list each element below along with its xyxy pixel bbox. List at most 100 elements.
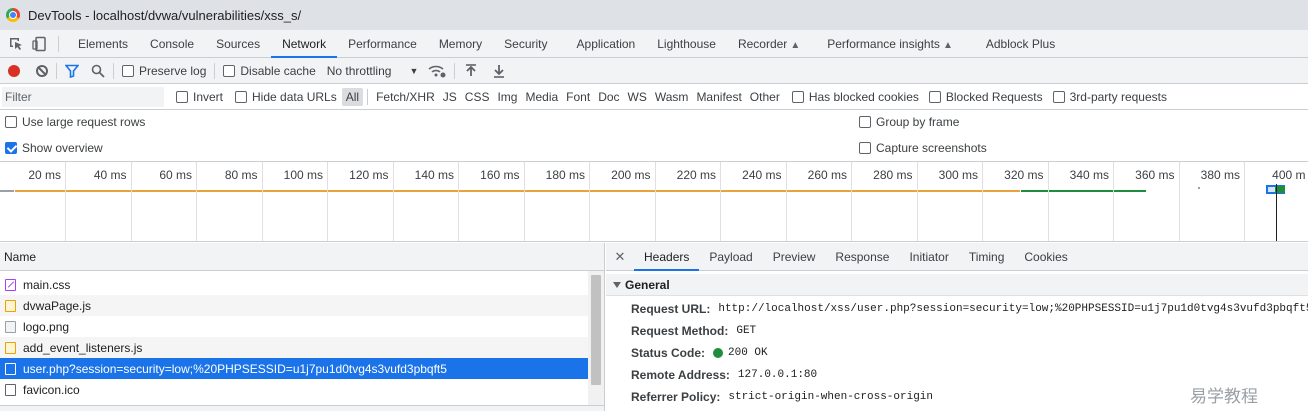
throttling-select[interactable]: No throttling ▼ — [327, 64, 419, 78]
tab-security[interactable]: Security — [493, 30, 558, 58]
tab-console[interactable]: Console — [139, 30, 205, 58]
chrome-logo-icon — [6, 8, 20, 22]
tab-preview[interactable]: Preview — [763, 243, 826, 271]
general-section-header[interactable]: General — [606, 274, 1308, 296]
group-by-frame-checkbox[interactable]: Group by frame — [859, 115, 959, 129]
device-toolbar-icon[interactable] — [32, 36, 48, 52]
header-row-request-method: Request Method: GET — [631, 324, 756, 338]
close-icon[interactable]: ✕ — [606, 249, 634, 265]
checkbox[interactable] — [176, 90, 188, 103]
filter-type-font[interactable]: Font — [562, 88, 594, 106]
request-name: dvwaPage.js — [23, 298, 92, 313]
inspect-element-icon[interactable] — [8, 36, 24, 52]
tab-timing[interactable]: Timing — [959, 243, 1015, 271]
checkbox[interactable] — [859, 116, 871, 128]
timeline-tick-label: 80 ms — [224, 168, 258, 182]
export-har-icon[interactable] — [493, 64, 505, 78]
request-row[interactable]: add_event_listeners.js — [0, 337, 588, 358]
show-overview-checkbox[interactable]: Show overview — [5, 141, 103, 155]
filter-input[interactable] — [2, 86, 164, 107]
checkbox[interactable] — [928, 90, 941, 103]
status-bar — [0, 405, 604, 411]
flask-icon: ▲ — [790, 39, 801, 51]
network-toolbar: Preserve log Disable cache No throttling… — [0, 58, 1308, 84]
filter-type-doc[interactable]: Doc — [594, 88, 623, 106]
timeline-tick-label: 60 ms — [159, 168, 192, 182]
tab-payload[interactable]: Payload — [699, 243, 762, 271]
timeline-tick-label: 340 ms — [1069, 168, 1109, 182]
filter-type-media[interactable]: Media — [521, 88, 562, 106]
capture-screenshots-checkbox[interactable]: Capture screenshots — [859, 141, 987, 155]
third-party-checkbox[interactable]: 3rd-party requests — [1052, 90, 1167, 104]
clear-icon[interactable] — [36, 64, 48, 77]
filter-type-all[interactable]: All — [341, 87, 364, 106]
blocked-requests-checkbox[interactable]: Blocked Requests — [928, 90, 1043, 104]
filter-divider — [367, 88, 369, 105]
search-icon[interactable] — [91, 64, 105, 78]
invert-checkbox[interactable]: Invert — [176, 90, 223, 104]
tab-network[interactable]: Network — [271, 30, 338, 58]
checkbox[interactable] — [223, 64, 236, 77]
large-rows-checkbox[interactable]: Use large request rows — [5, 115, 145, 129]
tab-adblock-plus[interactable]: Adblock Plus — [964, 30, 1066, 58]
filter-icon[interactable] — [65, 64, 79, 78]
checkbox[interactable] — [859, 142, 871, 154]
tab-initiator[interactable]: Initiator — [899, 243, 958, 271]
checkbox[interactable] — [235, 90, 248, 103]
tab-headers[interactable]: Headers — [634, 243, 700, 271]
tab-cookies[interactable]: Cookies — [1014, 243, 1077, 271]
hide-data-urls-checkbox[interactable]: Hide data URLs — [235, 90, 337, 104]
scrollbar-thumb[interactable] — [591, 275, 601, 385]
dropdown-arrow-icon: ▼ — [409, 65, 419, 76]
filter-type-img[interactable]: Img — [493, 88, 521, 106]
window-title: DevTools - localhost/dvwa/vulnerabilitie… — [28, 7, 302, 23]
filter-type-other[interactable]: Other — [746, 88, 784, 106]
request-name: user.php?session=security=low;%20PHPSESS… — [23, 361, 447, 376]
filter-type-ws[interactable]: WS — [624, 88, 651, 106]
tabbar-divider — [58, 35, 59, 52]
disable-cache-checkbox[interactable]: Disable cache — [223, 64, 316, 78]
tab-performance-insights[interactable]: Performance insights ▲ — [811, 30, 964, 58]
group-by-frame-label: Group by frame — [876, 115, 960, 129]
checkbox[interactable] — [1052, 90, 1065, 103]
timeline-overview[interactable]: 20 ms 40 ms 60 ms 80 ms 100 ms 120 ms 140 ms 16… — [0, 162, 1308, 242]
checkbox[interactable] — [791, 90, 804, 103]
timeline-tick-label: 380 ms — [1200, 168, 1240, 182]
tab-recorder-label: Recorder — [737, 36, 788, 51]
filter-type-manifest[interactable]: Manifest — [692, 88, 745, 106]
record-button[interactable] — [8, 64, 20, 77]
tab-elements[interactable]: Elements — [67, 30, 139, 58]
checkbox[interactable] — [5, 116, 17, 128]
tab-lighthouse[interactable]: Lighthouse — [646, 30, 727, 58]
tab-sources[interactable]: Sources — [205, 30, 271, 58]
filter-type-wasm[interactable]: Wasm — [651, 88, 693, 106]
preserve-log-checkbox[interactable]: Preserve log — [122, 64, 206, 78]
header-value: strict-origin-when-cross-origin — [728, 391, 934, 403]
header-row-referrer-policy: Referrer Policy: strict-origin-when-cross… — [631, 390, 933, 404]
request-row-selected[interactable]: user.php?session=security=low;%20PHPSESS… — [0, 358, 588, 379]
tab-application[interactable]: Application — [559, 30, 647, 58]
filter-type-js[interactable]: JS — [439, 88, 461, 106]
tab-memory[interactable]: Memory — [428, 30, 493, 58]
network-conditions-icon[interactable] — [428, 64, 446, 78]
header-key: Request Method: — [631, 324, 729, 338]
header-value: 127.0.0.1:80 — [737, 369, 818, 381]
tab-recorder[interactable]: Recorder ▲ — [727, 30, 811, 58]
filter-type-css[interactable]: CSS — [461, 88, 494, 106]
timeline-tick-label: 40 ms — [93, 168, 127, 182]
name-column-header[interactable]: Name — [0, 243, 604, 271]
timeline-tick-label: 280 ms — [873, 168, 913, 182]
import-har-icon[interactable] — [465, 63, 477, 78]
timeline-tick-label: 140 ms — [414, 168, 454, 182]
has-blocked-cookies-checkbox[interactable]: Has blocked cookies — [791, 90, 919, 104]
request-row[interactable]: favicon.ico — [0, 379, 588, 400]
filter-type-fetch-xhr[interactable]: Fetch/XHR — [372, 88, 439, 106]
request-row[interactable]: dvwaPage.js — [0, 295, 588, 316]
tab-performance[interactable]: Performance — [337, 30, 428, 58]
request-row[interactable]: main.css — [0, 274, 588, 295]
checkbox[interactable] — [5, 142, 17, 154]
checkbox[interactable] — [122, 64, 134, 77]
tab-response[interactable]: Response — [825, 243, 899, 271]
request-row[interactable]: logo.png — [0, 316, 588, 337]
load-marker — [1276, 184, 1277, 241]
